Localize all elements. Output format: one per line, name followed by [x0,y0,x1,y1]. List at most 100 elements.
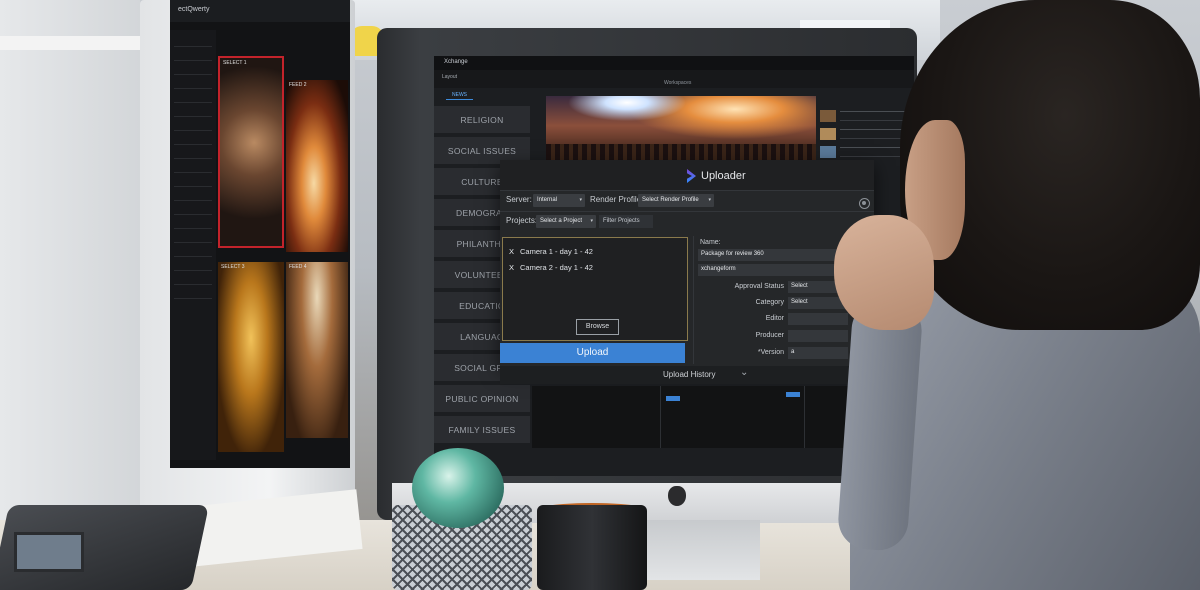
thumbnail[interactable] [820,128,836,140]
file-item: X Camera 1 - day 1 - 42 [509,247,593,259]
left-app-sidebar [170,30,216,460]
category-item[interactable]: RELIGION [434,106,530,135]
sidebar-row[interactable] [174,80,212,89]
office-wall [0,0,140,590]
projects-row: Projects: Select a Project ▾ Filter Proj… [500,211,874,231]
thumbnail[interactable] [820,110,836,122]
chevron-updown-icon: ▾ [590,218,593,224]
left-app-header: ectQwerty [170,0,350,22]
sidebar-row[interactable] [174,276,212,285]
chevron-updown-icon: ▾ [579,197,582,203]
history-action-button[interactable] [786,392,800,397]
file-item: X Camera 2 - day 1 - 42 [509,263,593,275]
file-name: Camera 2 - day 1 - 42 [520,263,593,272]
wall-shelf [0,36,150,50]
gear-icon[interactable] [859,198,870,209]
chevron-down-icon[interactable]: ⌄ [740,367,748,378]
apple-logo-icon [668,486,686,506]
file-drop-area[interactable]: X Camera 1 - day 1 - 42 X Camera 2 - day 1… [502,237,688,341]
video-tile-crowd[interactable]: FEED 4 [286,262,348,438]
server-select[interactable]: Internal ▾ [533,194,585,207]
uploader-header: Uploader [500,160,874,190]
thumbnail[interactable] [820,146,836,158]
sidebar-row[interactable] [174,234,212,243]
video-tile-drummer[interactable]: SELECT 1 [218,56,284,248]
browse-button[interactable]: Browse [576,319,619,335]
coffee-mug [537,505,647,590]
left-app-brand: ectQwerty [178,6,210,13]
sidebar-row[interactable] [174,66,212,75]
person-hand [834,215,934,330]
uploader-title: Uploader [701,170,746,182]
server-row: Server: Internal ▾ Render Profile: Selec… [500,190,874,210]
thumbnail-meta [840,111,906,121]
left-monitor: ectQwerty SELECT 1 FEED 2 SELECT 3 FEED … [140,0,355,515]
render-profile-select[interactable]: Select Render Profile ▾ [638,194,714,207]
sidebar-row[interactable] [174,262,212,271]
tab-layout[interactable]: Layout [442,74,457,80]
projects-label: Projects: [506,216,538,225]
hero-video-preview[interactable] [546,96,816,162]
editor-label: Editor [765,315,784,322]
phone-screen [14,532,84,572]
tile-tag: FEED 2 [289,82,307,88]
sidebar-row[interactable] [174,38,212,47]
sidebar-row[interactable] [174,122,212,131]
sidebar-row[interactable] [174,164,212,173]
tile-tag: FEED 4 [289,264,307,270]
left-monitor-screen: ectQwerty SELECT 1 FEED 2 SELECT 3 FEED … [170,0,350,468]
filter-projects-placeholder: Filter Projects [603,218,640,224]
version-label: *Version [757,349,784,356]
sidebar-row[interactable] [174,94,212,103]
sidebar-row[interactable] [174,248,212,257]
sidebar-row[interactable] [174,192,212,201]
sidebar-row[interactable] [174,206,212,215]
sidebar-row[interactable] [174,290,212,299]
sidebar-row[interactable] [174,178,212,187]
glass-ornament [412,448,504,528]
app-title-bar: Xchange [434,56,914,70]
upload-history-bar[interactable]: Upload History ⌄ [500,366,874,384]
projects-select-value: Select a Project [540,218,583,224]
thumbnail-meta [840,147,906,157]
video-tile-concert[interactable]: FEED 2 [286,80,348,252]
remove-file-icon[interactable]: X [509,247,514,256]
uploader-logo-icon [687,169,696,183]
history-column-divider [660,386,661,448]
project-name-input[interactable]: xchangeform [698,264,848,276]
sidebar-row[interactable] [174,52,212,61]
thumbnail-meta [840,129,906,139]
producer-input[interactable] [788,330,848,342]
approval-status-label: Approval Status [734,283,784,290]
render-profile-value: Select Render Profile [642,197,699,203]
category-item[interactable]: FAMILY ISSUES [434,416,530,445]
upload-button[interactable]: Upload [500,343,685,363]
category-label: Category [755,299,784,306]
tile-tag: SELECT 1 [223,60,247,66]
video-tile-guitar[interactable]: SELECT 3 [218,262,284,452]
name-input[interactable]: Package for review 360 [698,249,848,261]
remove-file-icon[interactable]: X [509,263,514,272]
history-column-divider [804,386,805,448]
sidebar-row[interactable] [174,150,212,159]
render-profile-label: Render Profile: [590,195,644,204]
category-item[interactable]: PUBLIC OPINION [434,385,530,414]
editor-input[interactable] [788,313,848,325]
filter-projects-input[interactable]: Filter Projects [599,215,653,228]
file-name: Camera 1 - day 1 - 42 [520,247,593,256]
uploader-dialog: Uploader Server: Internal ▾ Render Profi… [500,160,874,366]
app-name: Xchange [444,59,468,65]
sidebar-row[interactable] [174,136,212,145]
producer-label: Producer [755,332,784,339]
sidebar-row[interactable] [174,108,212,117]
projects-select[interactable]: Select a Project ▾ [536,215,596,228]
server-label: Server: [506,195,532,204]
sidebar-row[interactable] [174,220,212,229]
version-input[interactable]: a [788,347,848,359]
upload-history-label: Upload History [663,370,716,379]
tile-tag: SELECT 3 [221,264,245,270]
name-label: Name: [700,239,721,246]
history-action-button[interactable] [666,396,680,401]
chevron-updown-icon: ▾ [708,197,711,203]
tab-news[interactable]: NEWS [446,92,473,100]
